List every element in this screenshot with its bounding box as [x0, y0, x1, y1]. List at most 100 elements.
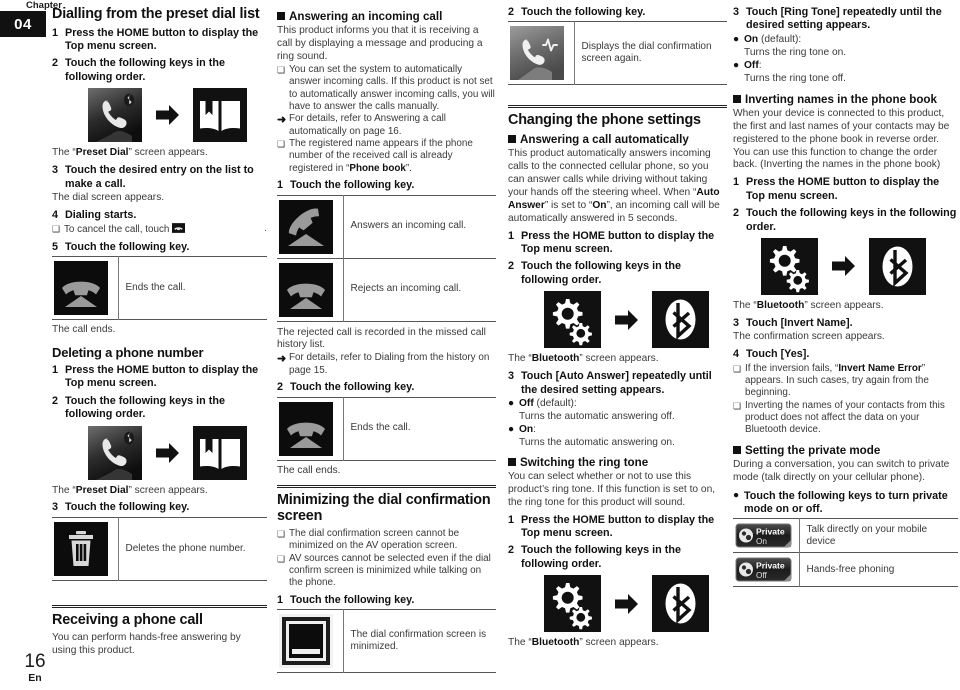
step-number: 2	[508, 6, 515, 18]
hangup-icon[interactable]	[54, 260, 108, 315]
square-bullet-icon	[277, 12, 285, 20]
step-number: 4	[52, 208, 59, 221]
result-text-preset-dial-2: The “Preset Dial” screen appears.	[52, 484, 208, 496]
option-label: On	[519, 424, 534, 436]
note-text: The registered name appears if the phone…	[289, 138, 473, 174]
phone-bluetooth-icon[interactable]	[88, 88, 142, 143]
subsection-private-mode: Setting the private mode	[733, 444, 958, 458]
step-item: 2 Touch the following keys in the follow…	[508, 260, 727, 287]
result-text-confirmation: The confirmation screen appears.	[733, 331, 885, 343]
svg-text:On: On	[756, 537, 767, 546]
square-bullet-icon	[508, 135, 516, 144]
option-off: ● Off (default):	[508, 398, 727, 411]
step-text: Touch the following keys in the followin…	[521, 260, 681, 286]
note-text: AV sources cannot be selected even if th…	[289, 552, 491, 589]
private-mode-body: During a conversation, you can switch to…	[733, 458, 950, 483]
result-text-call-ends: The call ends.	[52, 323, 116, 335]
step-item: 3 Touch [Invert Name].	[733, 317, 958, 330]
square-bullet-icon	[733, 445, 741, 454]
key-cell	[52, 256, 118, 319]
key-desc: Rejects an incoming call.	[342, 258, 496, 322]
square-bullet-icon	[733, 94, 741, 103]
arrow-right-icon	[156, 442, 179, 463]
table-row: Rejects an incoming call.	[277, 258, 496, 322]
key-cell	[52, 517, 118, 580]
step-item: 1 Touch the following key.	[277, 594, 496, 607]
subsection-label: Inverting names in the phone book	[745, 92, 937, 106]
step-number: 1	[52, 364, 59, 377]
step-item: 1 Touch the following key.	[277, 179, 496, 192]
arrow-right-icon	[156, 105, 179, 126]
step-text: Touch [Yes].	[746, 348, 810, 361]
icon-sequence-settings-bt-3	[733, 237, 958, 295]
key-cell	[277, 195, 343, 258]
answer-call-icon[interactable]	[279, 199, 333, 254]
instruction-text: Touch the following keys to turn private…	[744, 489, 948, 516]
result-text-bluetooth-3: The “Bluetooth” screen appears.	[733, 299, 884, 311]
phonebook-icon[interactable]	[193, 425, 247, 480]
hangup-icon[interactable]	[279, 401, 333, 456]
settings-gears-icon[interactable]	[761, 237, 818, 295]
step-text: Touch the following key.	[521, 6, 646, 18]
step-text: Press the HOME button to display the Top…	[746, 176, 940, 202]
note-marker-icon: ❑	[52, 224, 61, 235]
key-desc: Deletes the phone number.	[117, 517, 267, 581]
result-text-dial-screen: The dial screen appears.	[52, 191, 165, 203]
icon-sequence-settings-bt	[508, 291, 727, 349]
step-item: 1 Press the HOME button to display the T…	[52, 364, 267, 391]
minimize-screen-icon[interactable]	[279, 614, 333, 669]
step-text: Touch [Invert Name].	[746, 316, 853, 329]
subsection-label: Setting the private mode	[745, 443, 881, 457]
option-off-desc: Turns the ring tone off.	[744, 73, 846, 84]
note-marker-icon: ❑	[277, 553, 286, 564]
ring-tone-body: You can select whether or not to use thi…	[508, 470, 716, 508]
bluetooth-icon[interactable]	[869, 237, 926, 295]
phone-bluetooth-icon[interactable]	[88, 425, 142, 480]
icon-sequence-preset-dial	[52, 88, 267, 143]
private-on-icon[interactable]: Private On	[735, 523, 792, 548]
private-off-icon[interactable]: Private Off	[735, 557, 792, 582]
note-marker-icon: ❑	[733, 363, 742, 374]
bluetooth-icon[interactable]	[652, 575, 709, 633]
note-text: You can set the system to automatically …	[289, 63, 495, 112]
step-number: 1	[508, 513, 515, 526]
phonebook-icon[interactable]	[193, 88, 247, 143]
subsection-label: Switching the ring tone	[520, 455, 649, 469]
table-row: Private On Talk directly on your mobile …	[733, 518, 958, 553]
step-number: 1	[277, 179, 284, 192]
step-number: 1	[52, 26, 59, 39]
receiving-call-body: You can perform hands-free answering by …	[52, 631, 241, 656]
option-default: :	[533, 424, 536, 436]
step-text: Touch the following key.	[65, 501, 190, 514]
result-text-call-ends-2: The call ends.	[277, 464, 341, 476]
icon-sequence-settings-bt-2	[508, 575, 727, 633]
section-title-receiving-call: Receiving a phone call	[52, 611, 203, 628]
step-item: 4 Touch [Yes].	[733, 348, 958, 361]
section-title-delete-number: Deleting a phone number	[52, 344, 204, 360]
step-number: 2	[277, 381, 284, 394]
key-cell	[277, 610, 343, 673]
restore-dial-icon[interactable]	[510, 26, 564, 81]
key-table-restore: Displays the dial confirmation screen ag…	[508, 21, 727, 85]
result-text-bluetooth-2: The “Bluetooth” screen appears.	[508, 637, 659, 649]
step-text: Touch the following keys in the followin…	[746, 207, 957, 233]
reference-arrow-icon: ➜	[277, 353, 287, 366]
hangup-icon[interactable]	[279, 262, 333, 317]
settings-gears-icon[interactable]	[544, 291, 601, 349]
step-number: 1	[508, 229, 515, 242]
section-title-minimizing: Minimizing the dial confirmation screen	[277, 491, 491, 525]
step-item: 2 Touch the following keys in the follow…	[508, 544, 727, 571]
bluetooth-icon[interactable]	[652, 291, 709, 349]
step-text: Touch the following keys in the followin…	[65, 394, 225, 421]
step-item: 1 Press the HOME button to display the T…	[508, 514, 727, 541]
step-number: 3	[52, 501, 59, 514]
key-cell: Private Off	[733, 553, 799, 587]
note-invert-error: ❑ If the inversion fails, “Invert Name E…	[733, 363, 958, 400]
step-text: Touch [Auto Answer] repeatedly until the…	[521, 370, 712, 396]
trash-icon[interactable]	[54, 521, 108, 576]
settings-gears-icon[interactable]	[544, 575, 601, 633]
step-number: 4	[733, 348, 740, 361]
section-divider	[508, 105, 727, 109]
key-table-delete: Deletes the phone number.	[52, 517, 267, 581]
key-table-end-call-2: Ends the call.	[277, 397, 496, 461]
